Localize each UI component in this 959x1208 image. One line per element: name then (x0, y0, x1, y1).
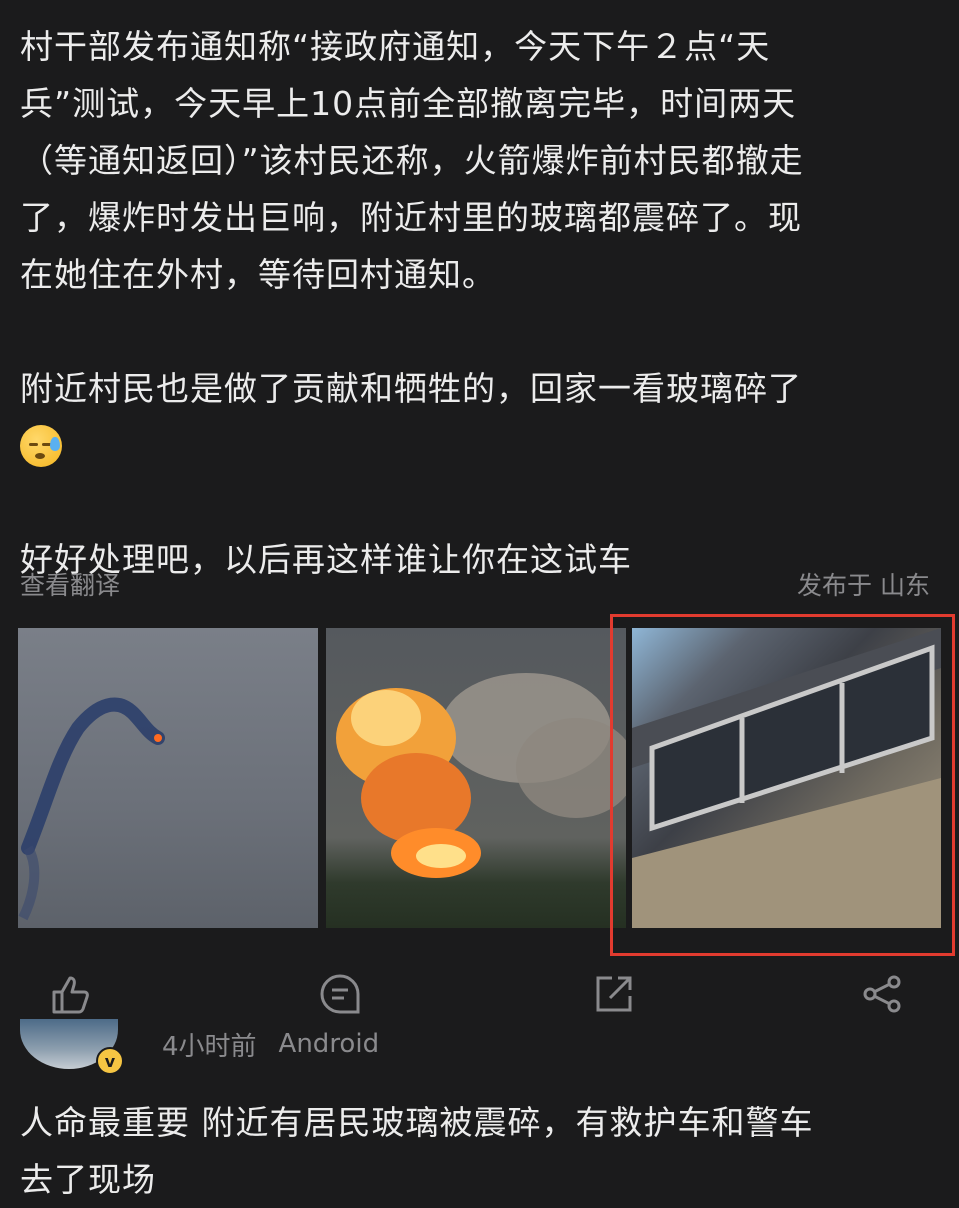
share-icon[interactable] (860, 972, 904, 1020)
post-line: 了，爆炸时发出巨响，附近村里的玻璃都震碎了。现 (20, 198, 802, 237)
reply-author-row: v 4小时前 Android (20, 1014, 380, 1075)
post-line: 兵”测试，今天早上10点前全部撤离完毕，时间两天 (20, 84, 797, 123)
avatar[interactable]: v (20, 1019, 124, 1075)
post-paragraph-2: 附近村民也是做了贡献和牺牲的，回家一看玻璃碎了 (20, 369, 802, 408)
comment-icon[interactable] (318, 972, 362, 1020)
reply-body: 人命最重要 附近有居民玻璃被震碎，有救护车和警车 去了现场 (20, 1094, 940, 1208)
thumbs-up-icon[interactable] (48, 972, 92, 1020)
verified-badge: v (96, 1047, 124, 1075)
highlight-box (610, 614, 955, 956)
translate-link[interactable]: 查看翻译 (20, 566, 120, 602)
reply-device: Android (278, 1029, 380, 1059)
post-body: 村干部发布通知称“接政府通知，今天下午２点“天 兵”测试，今天早上10点前全部撤… (20, 18, 940, 588)
explosion-photo[interactable] (326, 628, 626, 928)
post-meta-row: 查看翻译 发布于 山东 (20, 566, 930, 602)
post-line: 在她住在外村，等待回村通知。 (20, 255, 496, 294)
reply-line: 去了现场 (20, 1160, 156, 1199)
reply-time: 4小时前 (162, 1031, 257, 1062)
post-line: 村干部发布通知称“接政府通知，今天下午２点“天 (20, 27, 771, 66)
reply-line: 人命最重要 附近有居民玻璃被震碎，有救护车和警车 (20, 1103, 814, 1142)
sweat-face-emoji-icon (20, 425, 62, 467)
share-out-icon[interactable] (592, 972, 636, 1020)
post-location: 发布于 山东 (797, 571, 930, 600)
post-line: （等通知返回）”该村民还称，火箭爆炸前村民都撤走 (20, 141, 804, 180)
rocket-trail-photo[interactable] (18, 628, 318, 928)
